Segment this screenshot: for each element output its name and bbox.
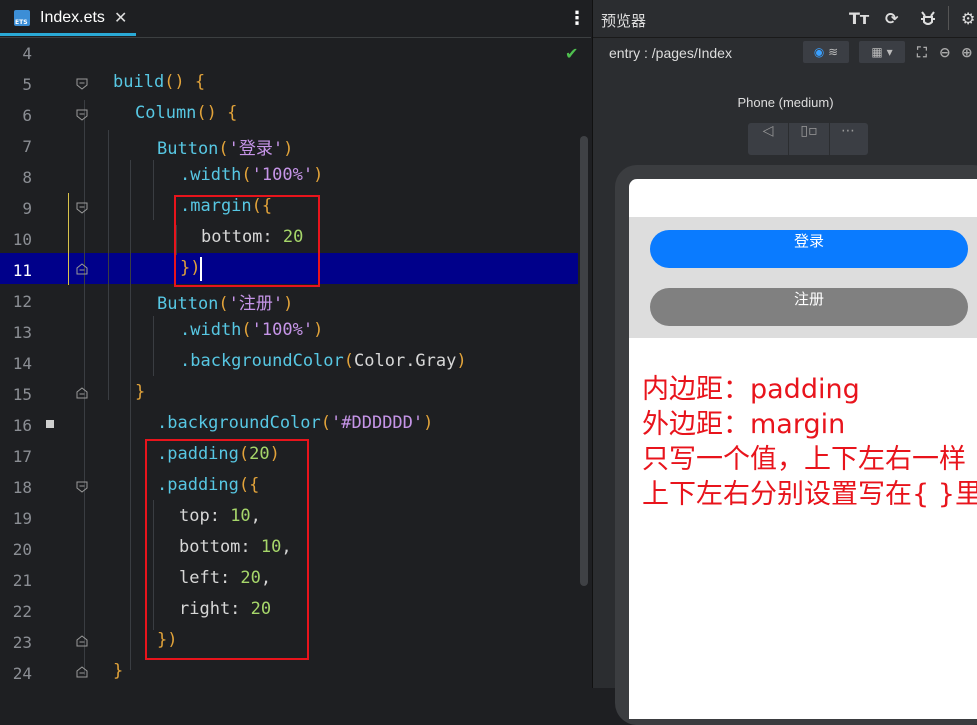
previewer-panel: 预览器 Tт ⟳ ⚙ entry : /pages/Index ◉ ≋ ▦ ▾ … xyxy=(592,0,977,725)
previewer-header: 预览器 Tт ⟳ ⚙ xyxy=(593,0,977,38)
refresh-icon[interactable]: ⟳ xyxy=(885,9,898,28)
bug-icon[interactable] xyxy=(919,9,937,27)
font-size-icon[interactable]: Tт xyxy=(849,9,869,28)
fold-icon[interactable] xyxy=(76,78,88,90)
zoom-in-icon[interactable]: ⊕ xyxy=(961,45,973,61)
editor-tab-bar: ETS Index.ets ✕ ⋮ xyxy=(0,0,591,38)
note-margin: 外边距：margin xyxy=(642,409,846,440)
line-number: 22 xyxy=(12,602,32,621)
line-number: 4 xyxy=(22,44,32,63)
line-number: 6 xyxy=(22,106,32,125)
code-line-13[interactable]: .width('100%') xyxy=(180,320,323,340)
ets-file-icon: ETS xyxy=(14,10,30,26)
line-number: 8 xyxy=(22,168,32,187)
line-number: 23 xyxy=(12,633,32,652)
more-icon[interactable]: ⋯ xyxy=(828,123,868,155)
code-line-14[interactable]: .backgroundColor(Color.Gray) xyxy=(180,351,467,371)
fold-icon[interactable] xyxy=(76,109,88,121)
margin-highlight-box xyxy=(174,195,320,287)
line-number: 5 xyxy=(22,75,32,94)
editor-scrollbar[interactable] xyxy=(580,136,588,586)
inspector-toggle[interactable]: ◉ ≋ xyxy=(803,41,849,63)
code-line-6[interactable]: Column() { xyxy=(135,103,237,123)
settings-gear-icon[interactable]: ⚙ xyxy=(961,9,975,28)
code-line-12[interactable]: Button('注册') xyxy=(157,289,293,314)
inspect-icon: ◉ xyxy=(813,45,825,59)
tab-index-ets[interactable]: ETS Index.ets ✕ xyxy=(0,0,136,36)
indent-guide xyxy=(130,160,131,670)
register-button[interactable]: 注册 xyxy=(650,288,968,326)
line-number: 7 xyxy=(22,137,32,156)
toolbar-divider xyxy=(948,6,949,30)
fold-icon[interactable] xyxy=(76,481,88,493)
change-marker xyxy=(68,193,69,285)
tab-label: Index.ets xyxy=(40,9,105,26)
more-options-icon[interactable]: ⋮ xyxy=(568,8,586,29)
line-number: 20 xyxy=(12,540,32,559)
back-icon[interactable]: ◁ xyxy=(748,123,788,155)
breakpoint-marker[interactable] xyxy=(46,420,54,428)
indent-guide xyxy=(108,130,109,400)
unfold-icon[interactable] xyxy=(76,263,88,275)
code-line-16[interactable]: .backgroundColor('#DDDDDD') xyxy=(157,413,433,433)
line-number: 9 xyxy=(22,199,32,218)
line-number: 17 xyxy=(12,447,32,466)
zoom-out-icon[interactable]: ⊖ xyxy=(939,45,951,61)
chevron-down-icon: ▾ xyxy=(886,45,893,59)
close-tab-icon[interactable]: ✕ xyxy=(114,8,127,27)
column-container: 登录 注册 xyxy=(629,217,977,338)
indent-guide xyxy=(153,316,154,376)
unfold-icon[interactable] xyxy=(76,666,88,678)
line-number: 10 xyxy=(12,230,32,249)
line-number: 21 xyxy=(12,571,32,590)
line-number: 15 xyxy=(12,385,32,404)
note-separate-values: 上下左右分别设置写在{ }里 xyxy=(642,479,977,510)
code-line-5[interactable]: build() { xyxy=(113,72,205,92)
code-line-24[interactable]: } xyxy=(113,661,123,681)
line-number: 18 xyxy=(12,478,32,497)
grid-icon: ▦ xyxy=(871,45,883,59)
login-button[interactable]: 登录 xyxy=(650,230,968,268)
indent-guide xyxy=(153,160,154,220)
preview-toolbar: entry : /pages/Index ◉ ≋ ▦ ▾ ⛶ ⊖ ⊕ xyxy=(593,38,977,70)
inspection-ok-icon[interactable]: ✔ xyxy=(565,44,578,63)
code-line-8[interactable]: .width('100%') xyxy=(180,165,323,185)
ets-file-icon-text: ETS xyxy=(15,19,28,26)
unfold-icon[interactable] xyxy=(76,635,88,647)
multi-device-dropdown[interactable]: ▦ ▾ xyxy=(859,41,905,63)
code-line-15[interactable]: } xyxy=(135,382,145,402)
note-padding: 内边距：padding xyxy=(642,374,860,405)
line-number: 14 xyxy=(12,354,32,373)
fold-icon[interactable] xyxy=(76,202,88,214)
annotation-notes: 内边距：padding 外边距：margin 只写一个值，上下左右一样 上下左右分别设… xyxy=(642,372,977,512)
line-number: 12 xyxy=(12,292,32,311)
line-number: 19 xyxy=(12,509,32,528)
fit-screen-icon[interactable]: ⛶ xyxy=(917,45,927,61)
padding-highlight-box xyxy=(145,439,309,660)
device-name: Phone (medium) xyxy=(737,95,834,110)
note-single-value: 只写一个值，上下左右一样 xyxy=(642,444,966,475)
code-line-7[interactable]: Button('登录') xyxy=(157,134,293,159)
layers-icon: ≋ xyxy=(828,45,839,59)
rotate-icon[interactable]: ▯▫ xyxy=(788,123,830,155)
previewer-title: 预览器 xyxy=(601,12,647,30)
line-number-current: 11 xyxy=(12,261,32,280)
unfold-icon[interactable] xyxy=(76,387,88,399)
device-nav-buttons: ◁ ▯▫ ⋯ xyxy=(748,123,868,155)
line-number: 16 xyxy=(12,416,32,435)
line-number: 13 xyxy=(12,323,32,342)
code-editor[interactable]: ETS Index.ets ✕ ⋮ ✔ 4 5 6 7 8 9 10 11 12… xyxy=(0,0,591,688)
line-number: 24 xyxy=(12,664,32,683)
page-route: entry : /pages/Index xyxy=(609,45,732,61)
